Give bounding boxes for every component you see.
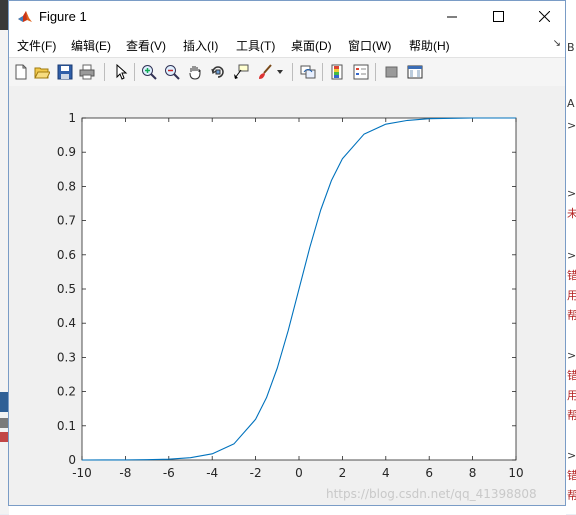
save-button[interactable] [56, 63, 74, 81]
menu-edit[interactable]: 编辑(E) [71, 37, 111, 54]
menu-desktop[interactable]: 桌面(D) [291, 37, 332, 54]
rotate-3d-button[interactable] [209, 63, 227, 81]
minimize-button[interactable] [429, 1, 475, 32]
toolbar-separator [134, 63, 135, 81]
brush-button[interactable] [256, 63, 274, 81]
menu-bar: 文件(F) 编辑(E) 查看(V) 插入(I) 工具(T) 桌面(D) 窗口(W… [9, 32, 565, 57]
y-tick-label: 0.7 [57, 214, 76, 228]
x-tick-label: 10 [508, 466, 523, 480]
y-tick-label: 0.2 [57, 385, 76, 399]
close-icon [538, 11, 550, 22]
link-plot-button[interactable] [299, 63, 317, 81]
x-tick-label: 8 [469, 466, 477, 480]
toolbar-separator [104, 63, 105, 81]
new-figure-button[interactable] [12, 63, 30, 81]
new-figure-icon [15, 64, 27, 80]
y-tick-label: 0.5 [57, 282, 76, 296]
toolbar-separator [375, 63, 376, 81]
menu-view[interactable]: 查看(V) [126, 37, 166, 54]
zoom-out-icon [165, 65, 180, 80]
background-app-right: B A > > 未 > 错 用 帮 > 错 用 帮 > 错 帮 [566, 0, 576, 514]
colorbar-icon [331, 64, 343, 80]
minimize-icon [446, 16, 457, 18]
x-tick-label: 4 [382, 466, 390, 480]
y-tick-label: 0.1 [57, 419, 76, 433]
y-tick-label: 0.4 [57, 316, 76, 330]
pointer-button[interactable] [111, 63, 129, 81]
pointer-icon [116, 64, 128, 80]
zoom-in-icon [142, 65, 157, 80]
data-cursor-button[interactable] [232, 63, 250, 81]
y-tick-label: 0.3 [57, 350, 76, 364]
maximize-button[interactable] [475, 1, 521, 32]
figure-canvas: -10 -8 -6 -4 -2 0 2 4 6 8 10 0 0.1 0.2 0.3 0.4 0.5 0.6 0.7… [9, 86, 565, 505]
link-plot-icon [300, 65, 316, 79]
plot-area[interactable]: -10 -8 -6 -4 -2 0 2 4 6 8 10 0 0.1 0.2 0.3 0.4 0.5 0.6 0.7… [9, 86, 565, 505]
maximize-icon [492, 11, 504, 22]
y-tick-label: 1 [68, 111, 76, 125]
toolbar-separator [322, 63, 323, 81]
show-plot-tools-button[interactable] [406, 63, 424, 81]
hide-plot-tools-button[interactable] [383, 63, 401, 81]
pan-hand-icon [189, 66, 201, 80]
window-title: Figure 1 [39, 9, 87, 24]
x-tick-label: -6 [163, 466, 175, 480]
menu-window[interactable]: 窗口(W) [348, 37, 391, 54]
x-tick-label: 0 [295, 466, 303, 480]
menu-tools[interactable]: 工具(T) [236, 37, 275, 54]
colorbar-button[interactable] [329, 63, 347, 81]
data-cursor-icon [234, 64, 249, 79]
chevron-down-icon [277, 70, 283, 74]
brush-dropdown-button[interactable] [275, 63, 285, 81]
x-tick-label: -2 [250, 466, 262, 480]
zoom-in-button[interactable] [140, 63, 158, 81]
figure-toolbar [9, 57, 565, 87]
legend-icon [353, 64, 369, 80]
x-tick-label: 2 [339, 466, 347, 480]
close-button[interactable] [521, 1, 567, 32]
y-tick-label: 0.9 [57, 145, 76, 159]
rotate-3d-icon [211, 66, 224, 78]
hide-plot-tools-icon [385, 66, 398, 78]
legend-button[interactable] [352, 63, 370, 81]
print-button[interactable] [78, 63, 96, 81]
x-tick-label: -8 [119, 466, 131, 480]
y-tick-label: 0.8 [57, 179, 76, 193]
menu-file[interactable]: 文件(F) [17, 37, 56, 54]
x-tick-label: -10 [72, 466, 92, 480]
toolbar-separator [292, 63, 293, 81]
brush-icon [259, 64, 272, 79]
figure-window: Figure 1 文件(F) 编辑(E) 查看(V) 插入(I) 工具(T) 桌… [8, 0, 566, 506]
matlab-logo-icon [18, 11, 32, 22]
menu-help[interactable]: 帮助(H) [409, 37, 450, 54]
x-tick-label: -4 [206, 466, 218, 480]
open-file-button[interactable] [33, 63, 51, 81]
menu-dock-arrow-icon[interactable]: ↘ [553, 38, 561, 49]
zoom-out-button[interactable] [163, 63, 181, 81]
y-tick-label: 0 [68, 453, 76, 467]
menu-insert[interactable]: 插入(I) [183, 37, 218, 54]
save-icon [57, 64, 73, 80]
x-tick-label: 6 [425, 466, 433, 480]
show-plot-tools-icon [407, 65, 423, 79]
print-icon [79, 64, 95, 80]
watermark: https://blog.csdn.net/qq_41398808 [326, 487, 537, 501]
title-bar[interactable]: Figure 1 [9, 1, 565, 32]
open-file-icon [34, 67, 50, 79]
y-tick-label: 0.6 [57, 248, 76, 262]
pan-button[interactable] [186, 63, 204, 81]
